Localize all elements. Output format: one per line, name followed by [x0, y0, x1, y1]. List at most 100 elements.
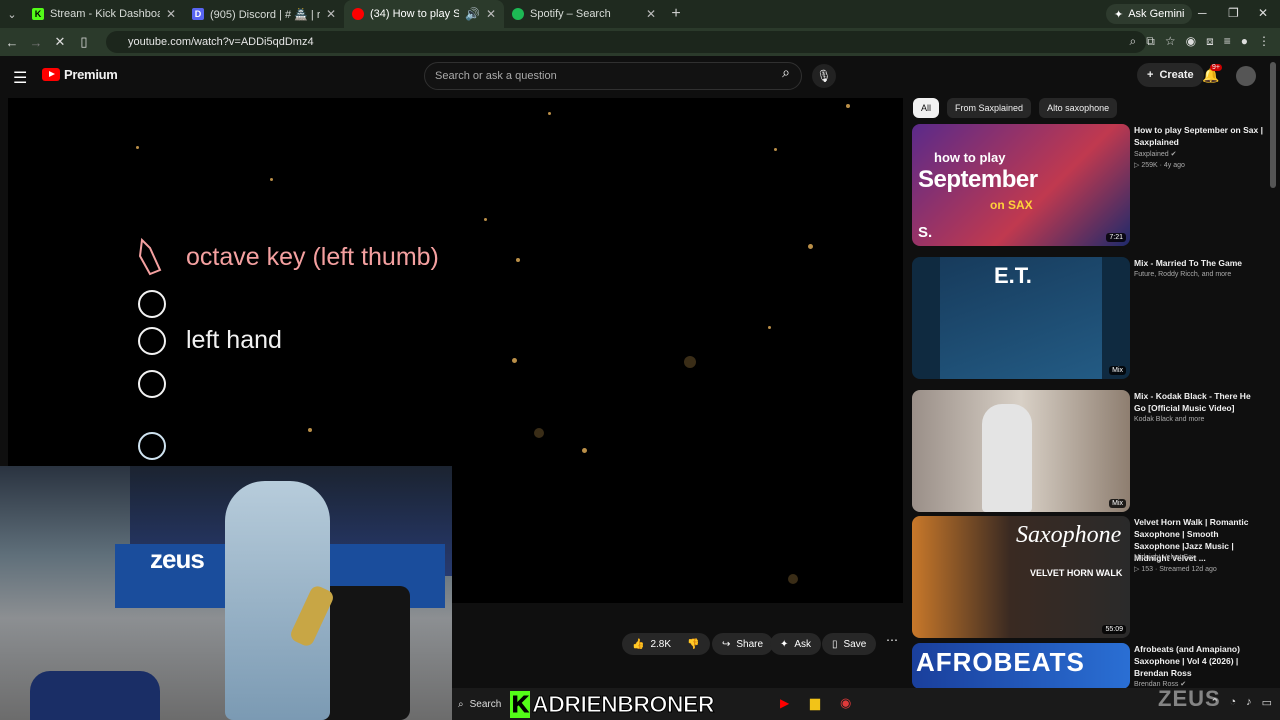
avatar[interactable]	[1236, 66, 1256, 86]
bokeh-dot	[484, 218, 487, 221]
puzzle-icon[interactable]: ⧈	[1206, 34, 1214, 49]
tab-discord[interactable]: D (905) Discord | # 🏯 | reactions ✕	[184, 0, 344, 28]
create-label: Create	[1159, 69, 1194, 81]
close-tab-icon[interactable]: ✕	[646, 7, 656, 21]
share-button[interactable]: ↪ Share	[712, 633, 774, 655]
recommendation-channel[interactable]: Midnight Velvet Sax	[1134, 553, 1264, 563]
tab-title: Spotify – Search	[530, 8, 611, 20]
maximize-icon[interactable]: ❐	[1228, 6, 1239, 20]
tab-title: (905) Discord | # 🏯 | reactions	[210, 8, 320, 21]
extension-icon[interactable]: ◉	[1186, 34, 1196, 49]
recommendation-title[interactable]: Mix - Kodak Black - There He Go [Officia…	[1134, 390, 1264, 414]
menu-icon[interactable]: ☰	[13, 68, 27, 88]
thumbnail-text: E.T.	[994, 263, 1032, 288]
chip-from-saxplained[interactable]: From Saxplained	[947, 98, 1032, 118]
thumbnail-text: AFROBEATS	[916, 647, 1085, 677]
bokeh-dot	[534, 428, 544, 438]
bokeh-dot	[308, 428, 312, 432]
filter-chips: All From Saxplained Alto saxophone	[913, 98, 1118, 118]
battery-icon[interactable]: ▭	[1262, 696, 1272, 709]
chip-alto-saxophone[interactable]: Alto saxophone	[1039, 98, 1118, 118]
tab-youtube[interactable]: (34) How to play Stand By M 🔊 ✕	[344, 0, 504, 28]
tab-spotify[interactable]: Spotify – Search ✕	[504, 0, 664, 28]
tab-kick-dashboard[interactable]: K Stream - Kick Dashboard ✕	[24, 0, 184, 28]
windows-taskbar: ⌕ Search K ADRIENBRONER ▶ ▆ ◉ ⌃ ◔ ♪ ▭	[452, 688, 1280, 720]
bokeh-dot	[548, 112, 551, 115]
thumbnail-subtext: how to play	[934, 150, 1006, 165]
video-figure	[982, 404, 1032, 512]
forward-icon[interactable]: →	[24, 35, 48, 50]
recommendation-title[interactable]: Mix - Married To The Game	[1134, 257, 1264, 269]
recommendation-thumbnail[interactable]: how to play September on SAX S. 7:21	[912, 124, 1130, 246]
key-circle-icon	[138, 326, 166, 355]
youtube-header: ☰ Premium Search or ask a question ⌕ 🎙 +…	[0, 56, 1280, 96]
close-window-icon[interactable]: ✕	[1258, 6, 1268, 20]
reading-mode-icon[interactable]: ▯	[72, 34, 96, 50]
cast-icon[interactable]: ⧉	[1146, 34, 1155, 49]
back-icon[interactable]: ←	[0, 35, 24, 50]
kick-logo: K	[510, 690, 531, 718]
stop-loading-icon[interactable]: ✕	[48, 34, 72, 50]
zoom-icon[interactable]: ⌕	[1130, 34, 1137, 49]
lesson-line-octave-key: octave key (left thumb)	[136, 236, 439, 278]
bokeh-dot	[788, 574, 798, 584]
spotify-icon	[512, 8, 524, 20]
chip-all[interactable]: All	[913, 98, 940, 118]
duration-badge: 55:09	[1102, 625, 1126, 634]
like-count[interactable]: 2.8K	[650, 639, 671, 650]
browser-tab-strip: ⌄ K Stream - Kick Dashboard ✕ D (905) Di…	[0, 0, 1280, 28]
mix-badge: Mix	[1109, 366, 1126, 375]
profile-icon[interactable]: ●	[1241, 34, 1248, 49]
microphone-icon[interactable]: 🎙	[812, 64, 836, 88]
bookmark-star-icon[interactable]: ☆	[1165, 34, 1176, 49]
more-actions-icon[interactable]: ⋯	[882, 633, 902, 655]
recommendation-channel[interactable]: Kodak Black and more	[1134, 415, 1264, 425]
close-tab-icon[interactable]: ✕	[166, 7, 176, 21]
recommendation-thumbnail[interactable]: Saxophone VELVET HORN WALK 55:09	[912, 516, 1130, 638]
minimize-icon[interactable]: ─	[1198, 6, 1207, 20]
close-tab-icon[interactable]: ✕	[486, 7, 496, 21]
folder-icon[interactable]: ▆	[810, 695, 820, 711]
recommendation-title[interactable]: Afrobeats (and Amapiano) Saxophone | Vol…	[1134, 643, 1264, 679]
taskbar-search[interactable]: ⌕ Search	[458, 694, 510, 714]
create-button[interactable]: + Create	[1137, 63, 1204, 87]
tab-search-icon[interactable]: ⌄	[0, 8, 24, 21]
sparkle-icon: ✦	[780, 638, 789, 650]
volume-icon[interactable]: ♪	[1246, 696, 1252, 709]
recommendation-thumbnail[interactable]: AFROBEATS	[912, 643, 1130, 689]
save-button[interactable]: ▯ Save	[822, 633, 877, 655]
key-circle-icon	[138, 370, 166, 398]
tab-title: (34) How to play Stand By M	[370, 8, 459, 20]
recommendation-channel[interactable]: Future, Roddy Ricch, and more	[1134, 270, 1264, 280]
ask-gemini-button[interactable]: ✦ Ask Gemini	[1106, 4, 1193, 24]
recommendation-thumbnail[interactable]: E.T. Mix	[912, 257, 1130, 379]
ask-gemini-label: Ask Gemini	[1128, 8, 1185, 20]
dislike-icon[interactable]: 👎	[687, 639, 699, 650]
like-dislike-group: 👍 2.8K 👎	[622, 633, 710, 655]
recommendation-channel[interactable]: Saxplained ✔	[1134, 150, 1264, 160]
thumb-icon	[138, 237, 162, 276]
media-control-icon[interactable]: ≡	[1224, 34, 1231, 49]
wifi-icon[interactable]: ◔	[1229, 696, 1236, 709]
taskbar-search-label: Search	[469, 698, 502, 710]
obs-icon[interactable]: ◉	[840, 695, 851, 711]
key-circle-icon	[138, 290, 166, 318]
search-input[interactable]: Search or ask a question	[424, 62, 802, 90]
recommendation-thumbnail[interactable]: Mix	[912, 390, 1130, 512]
url-field[interactable]: youtube.com/watch?v=ADDi5qdDmz4	[106, 31, 1146, 53]
ask-button[interactable]: ✦ Ask	[770, 633, 822, 655]
share-icon: ↪	[722, 638, 731, 650]
mute-tab-icon[interactable]: 🔊	[465, 7, 480, 21]
search-icon[interactable]: ⌕	[772, 64, 800, 88]
close-tab-icon[interactable]: ✕	[326, 7, 336, 21]
browser-menu-icon[interactable]: ⋮	[1258, 34, 1270, 49]
new-tab-icon[interactable]: +	[664, 5, 688, 23]
scrollbar[interactable]	[1270, 62, 1276, 188]
youtube-taskbar-icon[interactable]: ▶	[780, 696, 789, 710]
kick-icon: K	[32, 8, 44, 20]
lesson-line	[138, 290, 166, 318]
recommendation-title[interactable]: How to play September on Sax | Saxplaine…	[1134, 124, 1264, 148]
youtube-logo[interactable]: Premium	[42, 67, 118, 82]
bokeh-dot	[774, 148, 777, 151]
like-icon[interactable]: 👍	[632, 639, 644, 650]
